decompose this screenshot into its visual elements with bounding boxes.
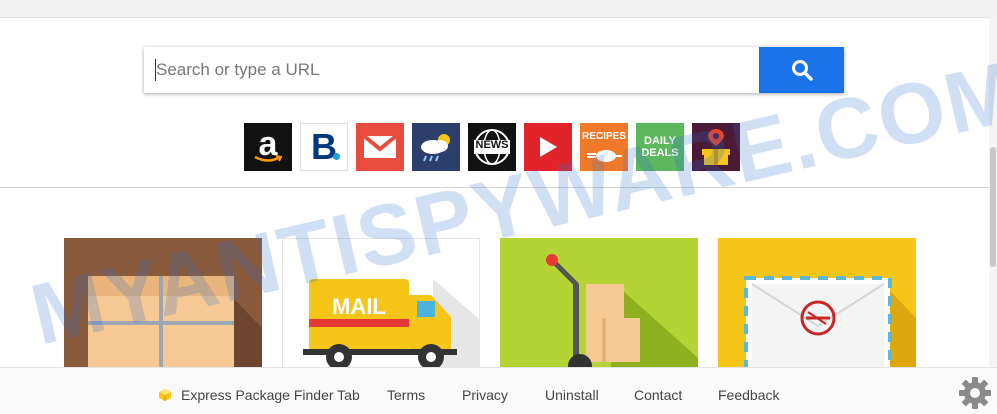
package-logo-icon xyxy=(159,389,171,401)
play-icon xyxy=(540,137,557,157)
weather-icon xyxy=(421,134,450,162)
envelope-card[interactable] xyxy=(718,238,916,373)
footer-brand-label: Express Package Finder Tab xyxy=(181,387,360,403)
scrollbar[interactable] xyxy=(989,17,997,367)
quicklink-booking[interactable]: B xyxy=(300,123,348,171)
footer-link-contact[interactable]: Contact xyxy=(634,387,682,403)
footer: Express Package Finder Tab Terms Privacy… xyxy=(0,367,997,414)
quicklink-deals[interactable]: DAILY DEALS xyxy=(636,123,684,171)
hand-truck-card[interactable] xyxy=(500,238,698,373)
mail-icon xyxy=(362,134,398,158)
package-icon xyxy=(88,276,262,373)
footer-link-uninstall[interactable]: Uninstall xyxy=(545,387,599,403)
footer-link-privacy[interactable]: Privacy xyxy=(462,387,508,403)
gear-icon[interactable] xyxy=(958,376,992,410)
mail-truck-card[interactable]: MAIL xyxy=(282,238,480,373)
booking-dot xyxy=(333,153,340,160)
recipes-icon xyxy=(587,149,622,162)
deals-label-line2: DEALS xyxy=(641,147,679,159)
gift-icon xyxy=(702,129,730,165)
search-icon xyxy=(791,60,813,81)
recipes-label: RECIPES xyxy=(582,130,626,142)
footer-link-feedback[interactable]: Feedback xyxy=(718,387,779,403)
search-button[interactable] xyxy=(759,47,844,93)
browser-top-bar xyxy=(0,0,997,18)
quicklink-weather[interactable] xyxy=(412,123,460,171)
quicklink-gift[interactable] xyxy=(692,123,740,171)
footer-link-terms[interactable]: Terms xyxy=(387,387,425,403)
amazon-smile xyxy=(254,155,282,162)
quicklink-news[interactable]: NEWS xyxy=(468,123,516,171)
text-caret xyxy=(155,59,156,81)
quicklink-gmail[interactable] xyxy=(356,123,404,171)
hand-truck-icon xyxy=(546,254,698,373)
scrollbar-thumb[interactable] xyxy=(990,147,996,267)
quicklink-recipes[interactable]: RECIPES xyxy=(580,123,628,171)
envelope-icon xyxy=(744,276,916,373)
booking-icon: B xyxy=(311,126,337,167)
search-input[interactable] xyxy=(144,47,748,93)
news-label: NEWS xyxy=(475,139,509,151)
quicklink-video[interactable] xyxy=(524,123,572,171)
section-divider xyxy=(0,187,989,188)
footer-brand[interactable]: Express Package Finder Tab xyxy=(158,387,360,403)
mail-truck-label: MAIL xyxy=(332,294,386,319)
package-card[interactable] xyxy=(64,238,262,373)
quicklinks-bar: a B NEWS RECIPES DAILY DEALS xyxy=(244,123,740,171)
deals-label-line1: DAILY xyxy=(644,135,676,147)
search-box xyxy=(144,47,844,93)
quicklink-amazon[interactable]: a xyxy=(244,123,292,171)
